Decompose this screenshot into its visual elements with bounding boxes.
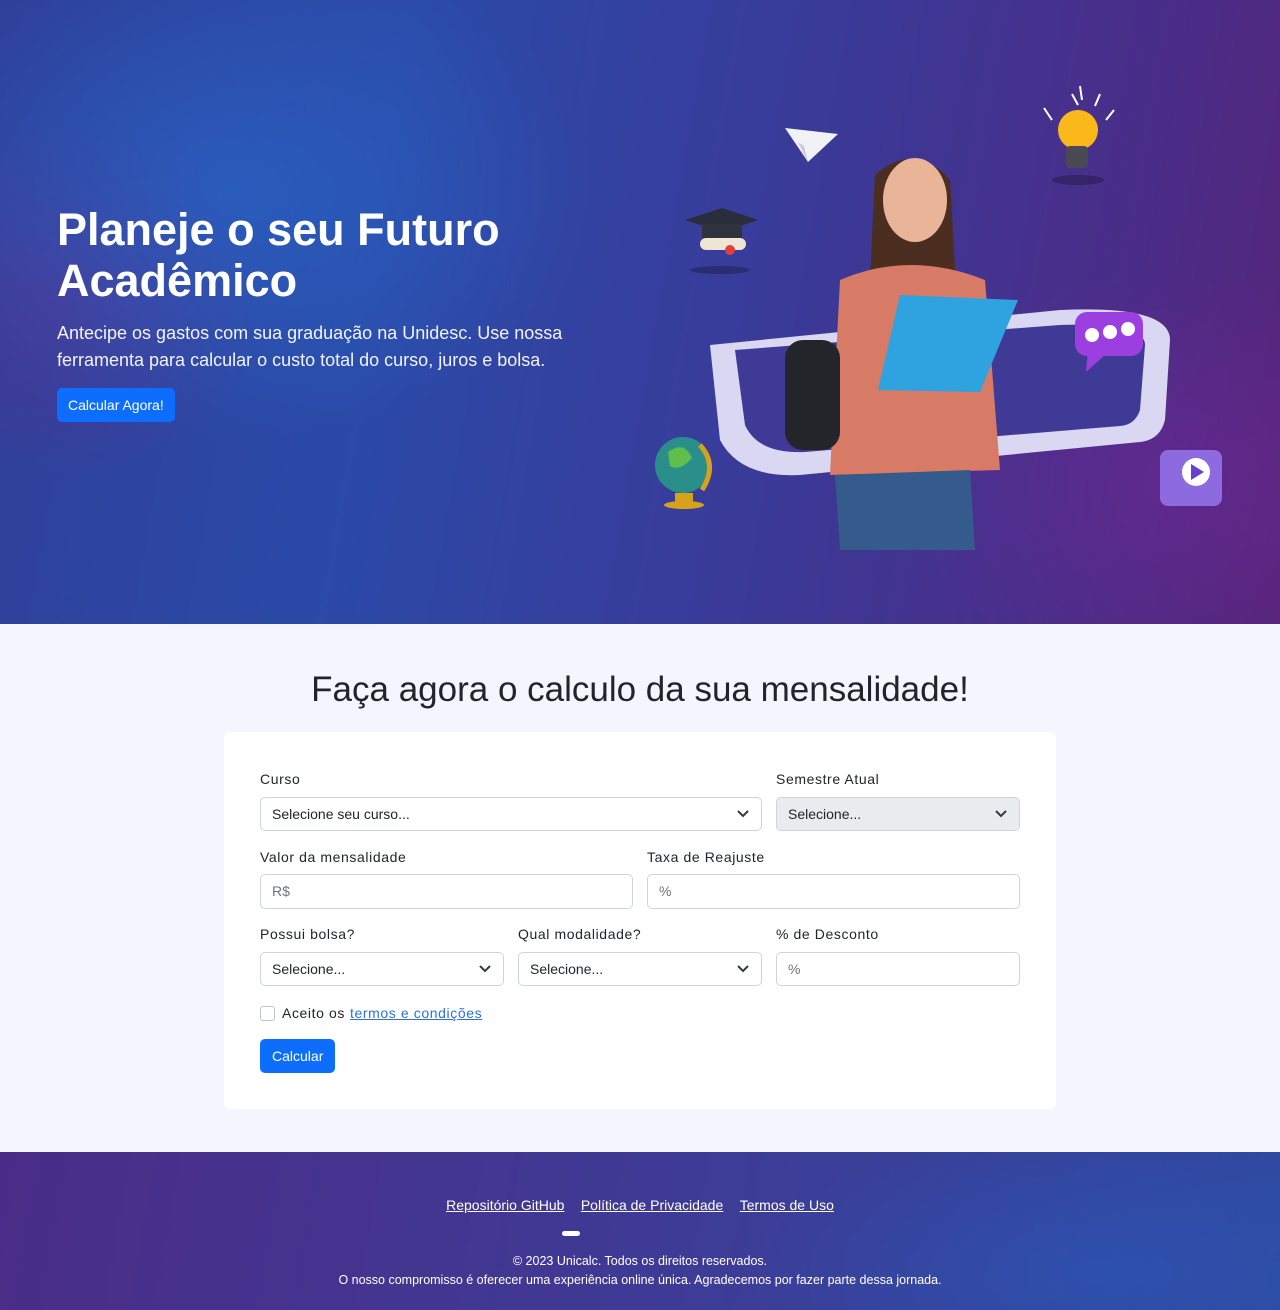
bolsa-select[interactable]: Selecione... xyxy=(260,952,504,986)
desconto-label: % de Desconto xyxy=(776,926,879,942)
footer-divider xyxy=(562,1231,580,1236)
curso-select[interactable]: Selecione seu curso... xyxy=(260,797,762,831)
terms-prefix: Aceito os xyxy=(282,1005,345,1021)
calculator-form: Curso Selecione seu curso... Semestre At… xyxy=(224,732,1056,1109)
semestre-select[interactable]: Selecione... xyxy=(776,797,1020,831)
modalidade-select[interactable]: Selecione... xyxy=(518,952,762,986)
reajuste-label: Taxa de Reajuste xyxy=(647,849,765,865)
semestre-label: Semestre Atual xyxy=(776,771,880,787)
calculator-section: Faça agora o calculo da sua mensalidade!… xyxy=(0,624,1280,1152)
desconto-input[interactable] xyxy=(788,953,1008,985)
footer-link-terms[interactable]: Termos de Uso xyxy=(740,1197,834,1213)
bolsa-label: Possui bolsa? xyxy=(260,926,355,942)
footer-links: Repositório GitHub Política de Privacida… xyxy=(0,1197,1280,1215)
footer-tagline: O nosso compromisso é oferecer uma exper… xyxy=(338,1273,942,1287)
chevron-down-icon xyxy=(995,810,1007,818)
calculate-now-button[interactable]: Calcular Agora! xyxy=(57,388,175,422)
terms-link[interactable]: termos e condições xyxy=(350,1005,482,1021)
play-icon xyxy=(1160,450,1222,506)
hero-title: Planeje o seu Futuro Acadêmico xyxy=(57,204,500,306)
curso-select-value: Selecione seu curso... xyxy=(272,806,410,822)
semestre-select-value: Selecione... xyxy=(788,806,862,822)
paper-plane-icon xyxy=(785,128,838,162)
footer: Repositório GitHub Política de Privacida… xyxy=(0,1152,1280,1310)
modalidade-select-value: Selecione... xyxy=(530,961,604,977)
calculator-title: Faça agora o calculo da sua mensalidade! xyxy=(311,670,969,709)
hero-subtitle: Antecipe os gastos com sua graduação na … xyxy=(57,323,563,370)
footer-link-github[interactable]: Repositório GitHub xyxy=(446,1197,564,1213)
reajuste-field xyxy=(647,874,1020,909)
bolsa-select-value: Selecione... xyxy=(272,961,346,977)
chevron-down-icon xyxy=(737,965,749,973)
footer-link-privacy[interactable]: Política de Privacidade xyxy=(581,1197,723,1213)
terms-row: Aceito os termos e condições xyxy=(260,1004,482,1022)
graduation-cap-icon xyxy=(685,208,758,274)
desconto-field xyxy=(776,952,1020,986)
hero-section: Planeje o seu Futuro Acadêmico Antecipe … xyxy=(0,0,1280,624)
footer-copyright-block: © 2023 Unicalc. Todos os direitos reserv… xyxy=(0,1252,1280,1290)
mensalidade-input[interactable] xyxy=(272,875,621,907)
reajuste-input[interactable] xyxy=(659,875,1008,907)
calculate-button[interactable]: Calcular xyxy=(260,1039,336,1073)
footer-copyright: © 2023 Unicalc. Todos os direitos reserv… xyxy=(512,1254,768,1268)
light-bulb-icon xyxy=(1043,85,1115,185)
mensalidade-label: Valor da mensalidade xyxy=(260,849,407,865)
hero-illustration xyxy=(655,85,1222,550)
mensalidade-field xyxy=(260,874,633,909)
modalidade-label: Qual modalidade? xyxy=(518,926,642,942)
chevron-down-icon xyxy=(737,810,749,818)
terms-checkbox[interactable] xyxy=(260,1005,275,1021)
student-figure xyxy=(785,158,1018,550)
chevron-down-icon xyxy=(479,965,491,973)
curso-label: Curso xyxy=(260,771,301,787)
globe-icon xyxy=(655,437,712,509)
